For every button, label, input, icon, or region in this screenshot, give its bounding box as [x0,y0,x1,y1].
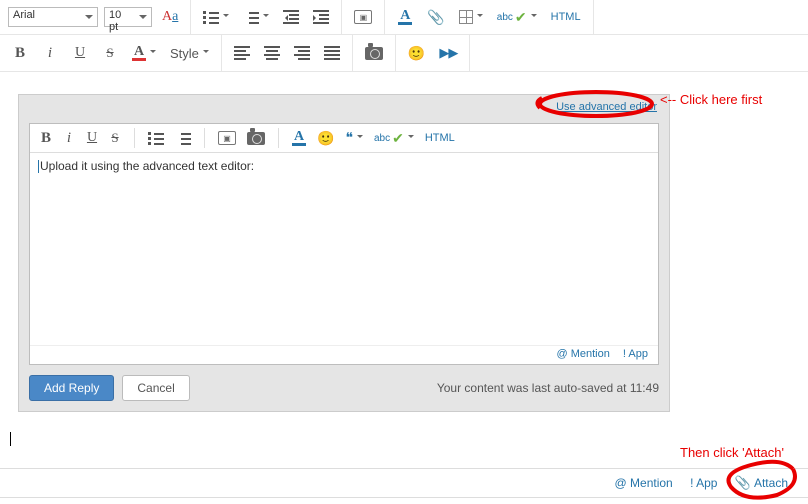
reply-numbered-list-button[interactable] [171,128,195,148]
bottom-mention-link[interactable]: @ Mention [615,476,673,490]
advanced-editor-link[interactable]: Use advanced editor [556,101,657,113]
reply-emoji-button[interactable]: 🙂 [313,128,338,148]
check-icon: ✔ [515,9,527,26]
align-left-icon [234,46,250,60]
annotation-text-second: Then click 'Attach' [680,445,784,460]
reply-html-button[interactable]: HTML [421,128,459,148]
reply-bullet-list-button[interactable] [144,128,168,148]
style-dropdown[interactable]: Style [166,42,213,64]
app-link[interactable]: ! App [623,348,648,360]
paperclip-icon: 📎 [735,475,751,490]
outdent-icon [283,10,299,24]
align-center-icon [264,46,280,60]
bullet-list-icon [148,131,164,145]
numbered-list-icon [175,131,191,145]
reply-bold-button[interactable]: B [36,128,56,148]
smile-icon: 🙂 [408,45,425,62]
reply-toolbar: B i U S ▣ A 🙂 ❝ abc✔ HTML [30,124,658,153]
camera-icon [365,47,383,60]
check-icon: ✔ [392,130,404,147]
outer-toolbar-row2: B i U S A Style 🙂 ▶▶ [0,35,808,72]
style-label: Style [170,46,199,61]
abc-icon: abc [497,12,513,23]
font-color-button[interactable]: A [128,42,160,64]
paperclip-icon: 📎 [427,9,444,26]
align-justify-icon [324,46,340,60]
bottom-bar: @ Mention ! App 📎Attach [0,468,808,498]
italic-button[interactable]: i [38,42,62,64]
font-color-icon: A [132,46,146,61]
mention-link[interactable]: @ Mention [557,348,610,360]
reply-spellcheck-button[interactable]: abc✔ [370,128,418,148]
smile-icon: 🙂 [317,130,334,147]
outer-toolbar: Arial 10 pt ▣ A 📎 abc✔ HT [0,0,808,72]
abc-icon: abc [374,133,390,144]
cancel-button[interactable]: Cancel [122,375,189,401]
html-icon: HTML [425,132,455,144]
annotation-text-first: <-- Click here first [660,92,762,107]
stray-text-cursor [10,432,11,446]
more-icon: ▶▶ [439,45,457,61]
bottom-attach-link[interactable]: 📎Attach [735,476,788,490]
align-justify-button[interactable] [320,42,344,64]
outdent-button[interactable] [279,6,303,28]
strike-button[interactable]: S [98,42,122,64]
indent-button[interactable] [309,6,333,28]
autosave-text: Your content was last auto-saved at 11:4… [437,381,659,395]
table-icon [459,10,473,24]
reply-camera-button[interactable] [243,128,269,148]
align-left-button[interactable] [230,42,254,64]
numbered-list-icon [243,10,259,24]
indent-icon [313,10,329,24]
text-color-icon: A [398,10,412,25]
reply-panel-footer: Add Reply Cancel Your content was last a… [29,375,659,401]
add-reply-button[interactable]: Add Reply [29,375,114,401]
media-icon: ▣ [218,131,236,145]
reply-panel: Use advanced editor B i U S ▣ A 🙂 ❝ abc✔… [18,94,670,412]
font-family-select[interactable]: Arial [8,7,98,27]
remove-format-button[interactable] [158,6,182,28]
bottom-attach-label: Attach [754,476,788,490]
reply-editor: B i U S ▣ A 🙂 ❝ abc✔ HTML Upload it usin… [29,123,659,365]
reply-body-text: Upload it using the advanced text editor… [40,159,254,173]
text-color-button[interactable]: A [393,6,417,28]
reply-textarea[interactable]: Upload it using the advanced text editor… [30,153,658,345]
underline-button[interactable]: U [68,42,92,64]
bottom-app-link[interactable]: ! App [690,476,717,490]
reply-text-color-button[interactable]: A [288,128,310,148]
bullet-list-icon [203,10,219,24]
reply-media-button[interactable]: ▣ [214,128,240,148]
html-icon: HTML [551,11,581,23]
align-center-button[interactable] [260,42,284,64]
emoji-button[interactable]: 🙂 [404,42,429,64]
reply-editor-footer: @ Mention ! App [30,345,658,364]
bullet-list-button[interactable] [199,6,233,28]
camera-button[interactable] [361,42,387,64]
align-right-button[interactable] [290,42,314,64]
reply-strike-button[interactable]: S [105,128,125,148]
html-source-button[interactable]: HTML [547,6,585,28]
spellcheck-button[interactable]: abc✔ [493,6,541,28]
reply-quote-button[interactable]: ❝ [341,128,367,148]
attach-button[interactable]: 📎 [423,6,448,28]
text-color-icon: A [292,131,306,146]
insert-media-button[interactable]: ▣ [350,6,376,28]
outer-toolbar-row1: Arial 10 pt ▣ A 📎 abc✔ HT [0,0,808,35]
reply-italic-button[interactable]: i [59,128,79,148]
table-button[interactable] [455,6,487,28]
camera-icon [247,132,265,145]
quote-icon: ❝ [345,130,353,147]
reply-underline-button[interactable]: U [82,128,102,148]
align-right-icon [294,46,310,60]
font-size-select[interactable]: 10 pt [104,7,152,27]
numbered-list-button[interactable] [239,6,273,28]
media-icon: ▣ [354,10,372,24]
remove-format-icon [162,9,178,25]
bold-button[interactable]: B [8,42,32,64]
more-button[interactable]: ▶▶ [435,42,461,64]
